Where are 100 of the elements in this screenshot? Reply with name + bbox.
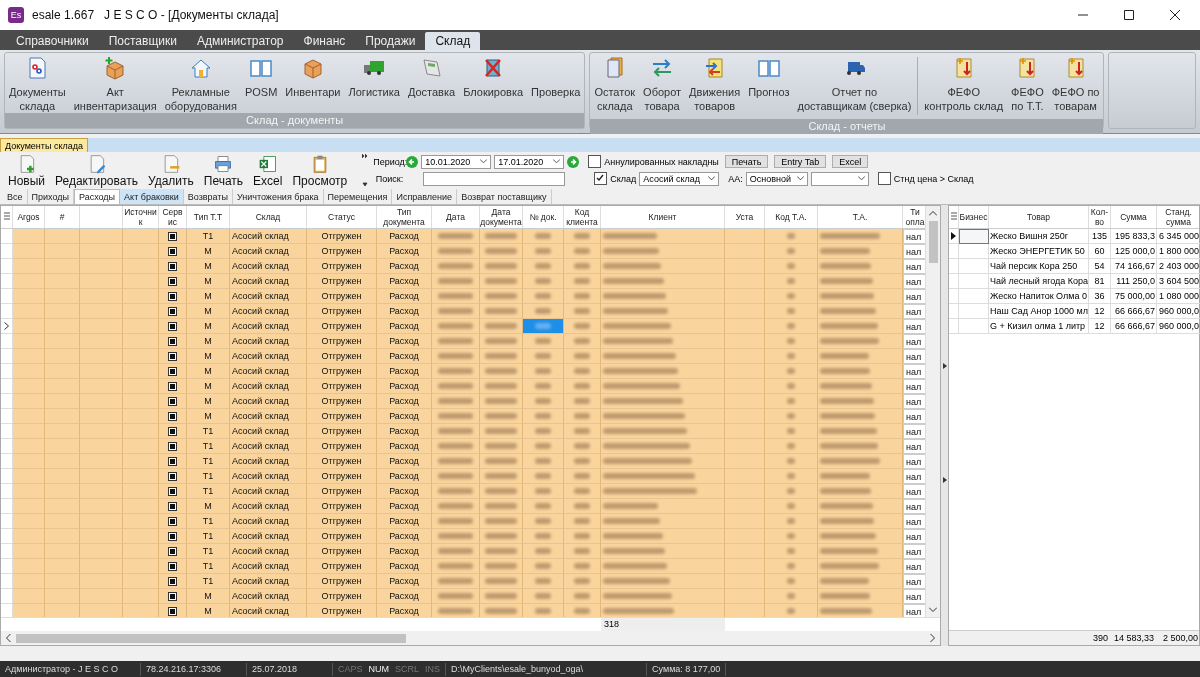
- checkbox[interactable]: [168, 411, 177, 421]
- scroll-thumb[interactable]: [16, 633, 406, 643]
- column-header[interactable]: Статус: [328, 212, 355, 222]
- checkbox[interactable]: [168, 306, 177, 316]
- checkbox[interactable]: [168, 591, 177, 601]
- filter-tab[interactable]: Исправление: [392, 189, 458, 204]
- menu-tab[interactable]: Справочники: [6, 32, 99, 50]
- ribbon-button[interactable]: Логистика: [344, 53, 404, 99]
- column-header[interactable]: Склад: [255, 212, 281, 222]
- checkbox[interactable]: [168, 321, 177, 331]
- toolbar-button[interactable]: Удалить: [143, 152, 198, 188]
- toolbar-button[interactable]: Просмотр: [288, 152, 352, 188]
- checkbox[interactable]: [168, 246, 177, 256]
- ribbon-button[interactable]: Прогноз: [744, 53, 794, 99]
- scroll-up-icon[interactable]: [929, 211, 937, 216]
- column-header[interactable]: Тип документа: [383, 207, 425, 227]
- scroll-down-icon[interactable]: [929, 607, 937, 612]
- checkbox[interactable]: [168, 501, 177, 511]
- ribbon-button[interactable]: Рекламные оборудования: [160, 53, 241, 113]
- ribbon-button[interactable]: Блокировка: [459, 53, 528, 99]
- checkbox[interactable]: [168, 426, 177, 436]
- column-header[interactable]: Уста: [735, 212, 754, 222]
- menu-tab[interactable]: Администратор: [186, 32, 294, 50]
- search-field[interactable]: [423, 171, 566, 186]
- checkbox[interactable]: [168, 516, 177, 526]
- filter-tab[interactable]: Перемещения: [323, 189, 393, 204]
- ribbon-button[interactable]: Инвентари: [281, 53, 345, 99]
- ribbon-button[interactable]: Акт инвентаризация: [69, 53, 161, 113]
- filter-tab[interactable]: Расходы: [73, 189, 121, 204]
- ribbon-button[interactable]: ФЕФО по Т.Т.: [1007, 53, 1048, 113]
- toolbar-button[interactable]: Excel: [249, 152, 287, 188]
- toolbar-button[interactable]: Новый: [4, 152, 50, 188]
- filter-button[interactable]: Excel: [832, 155, 869, 168]
- filter-tab[interactable]: Все: [3, 189, 28, 204]
- column-header[interactable]: Т.А.: [852, 212, 868, 222]
- filter-button[interactable]: Entry Tab: [774, 155, 827, 168]
- column-header[interactable]: #: [59, 212, 65, 222]
- column-header[interactable]: Тип Т.Т: [193, 212, 223, 222]
- scroll-right-icon[interactable]: [930, 634, 935, 642]
- checkbox[interactable]: [168, 351, 177, 361]
- checkbox[interactable]: [168, 531, 177, 541]
- toolbar-button[interactable]: Редактировать: [51, 152, 142, 188]
- ribbon-button[interactable]: Движения товаров: [685, 53, 745, 113]
- date-to-field[interactable]: 17.01.2020: [494, 154, 565, 169]
- checkbox[interactable]: [168, 396, 177, 406]
- column-header[interactable]: Клиент: [648, 212, 677, 222]
- checkbox[interactable]: [588, 155, 602, 168]
- ribbon-button[interactable]: ФЕФО по товарам: [1047, 53, 1104, 113]
- menu-tab[interactable]: Финанс: [293, 32, 356, 50]
- filter-tab[interactable]: Приходы: [27, 189, 74, 204]
- close-icon[interactable]: [1170, 10, 1180, 20]
- ribbon-button[interactable]: Оборот товара: [639, 53, 686, 113]
- warehouse-dropdown[interactable]: Асосий склад: [639, 171, 720, 186]
- column-header[interactable]: Кол- во: [1090, 207, 1109, 227]
- ribbon-button[interactable]: Проверка: [527, 53, 585, 99]
- column-header[interactable]: Ти опла: [905, 207, 925, 227]
- column-header[interactable]: Товар: [1026, 212, 1051, 222]
- menu-tab[interactable]: Поставщики: [98, 32, 187, 50]
- checkbox[interactable]: [168, 261, 177, 271]
- date-from-field[interactable]: 10.01.2020: [421, 154, 492, 169]
- column-header[interactable]: Argos: [17, 212, 40, 222]
- checkbox[interactable]: [168, 291, 177, 301]
- column-header[interactable]: Сумма: [1120, 212, 1147, 222]
- checkbox[interactable]: [168, 276, 177, 286]
- filter-button[interactable]: Печать: [724, 155, 769, 168]
- column-header[interactable]: Код клиента: [566, 207, 598, 227]
- previous-arrow-icon[interactable]: [406, 155, 419, 168]
- checkbox[interactable]: [168, 546, 177, 556]
- next-arrow-icon[interactable]: [567, 155, 580, 168]
- horizontal-scrollbar[interactable]: [1, 631, 940, 645]
- ribbon-button[interactable]: Остаток склада: [590, 53, 640, 113]
- checkbox[interactable]: [168, 576, 177, 586]
- checkbox[interactable]: [168, 486, 177, 496]
- column-header[interactable]: Станд. сумма: [1165, 207, 1192, 227]
- ribbon-button[interactable]: Документы склада: [5, 53, 70, 113]
- column-header[interactable]: Код Т.А.: [775, 212, 807, 222]
- checkbox[interactable]: [168, 366, 177, 376]
- checkbox[interactable]: [877, 172, 891, 185]
- column-header[interactable]: № док.: [529, 212, 557, 222]
- ribbon-button[interactable]: Отчет по доставщикам (сверка): [793, 53, 916, 113]
- document-tab[interactable]: Документы склада: [0, 138, 88, 152]
- checkbox[interactable]: [594, 172, 608, 185]
- checkbox[interactable]: [168, 456, 177, 466]
- aa-dropdown[interactable]: Основной: [745, 171, 808, 186]
- scroll-left-icon[interactable]: [6, 634, 11, 642]
- checkbox[interactable]: [168, 561, 177, 571]
- toolbar-button[interactable]: Печать: [199, 152, 248, 188]
- ribbon-button[interactable]: Доставка: [403, 53, 460, 99]
- dropdown[interactable]: [810, 171, 869, 186]
- overflow-icon[interactable]: [361, 152, 370, 188]
- column-header[interactable]: Источни к: [124, 207, 157, 227]
- ribbon-button[interactable]: ФЕФО контроль склад: [920, 53, 1008, 113]
- filter-tab[interactable]: Акт браковки: [120, 189, 184, 204]
- checkbox[interactable]: [168, 231, 177, 241]
- filter-tab[interactable]: Возвраты: [183, 189, 233, 204]
- checkbox[interactable]: [168, 471, 177, 481]
- filter-tab[interactable]: Возврат поставщику: [457, 189, 552, 204]
- checkbox[interactable]: [168, 381, 177, 391]
- column-header[interactable]: Дата документа: [480, 207, 522, 227]
- ribbon-button[interactable]: POSM: [240, 53, 282, 99]
